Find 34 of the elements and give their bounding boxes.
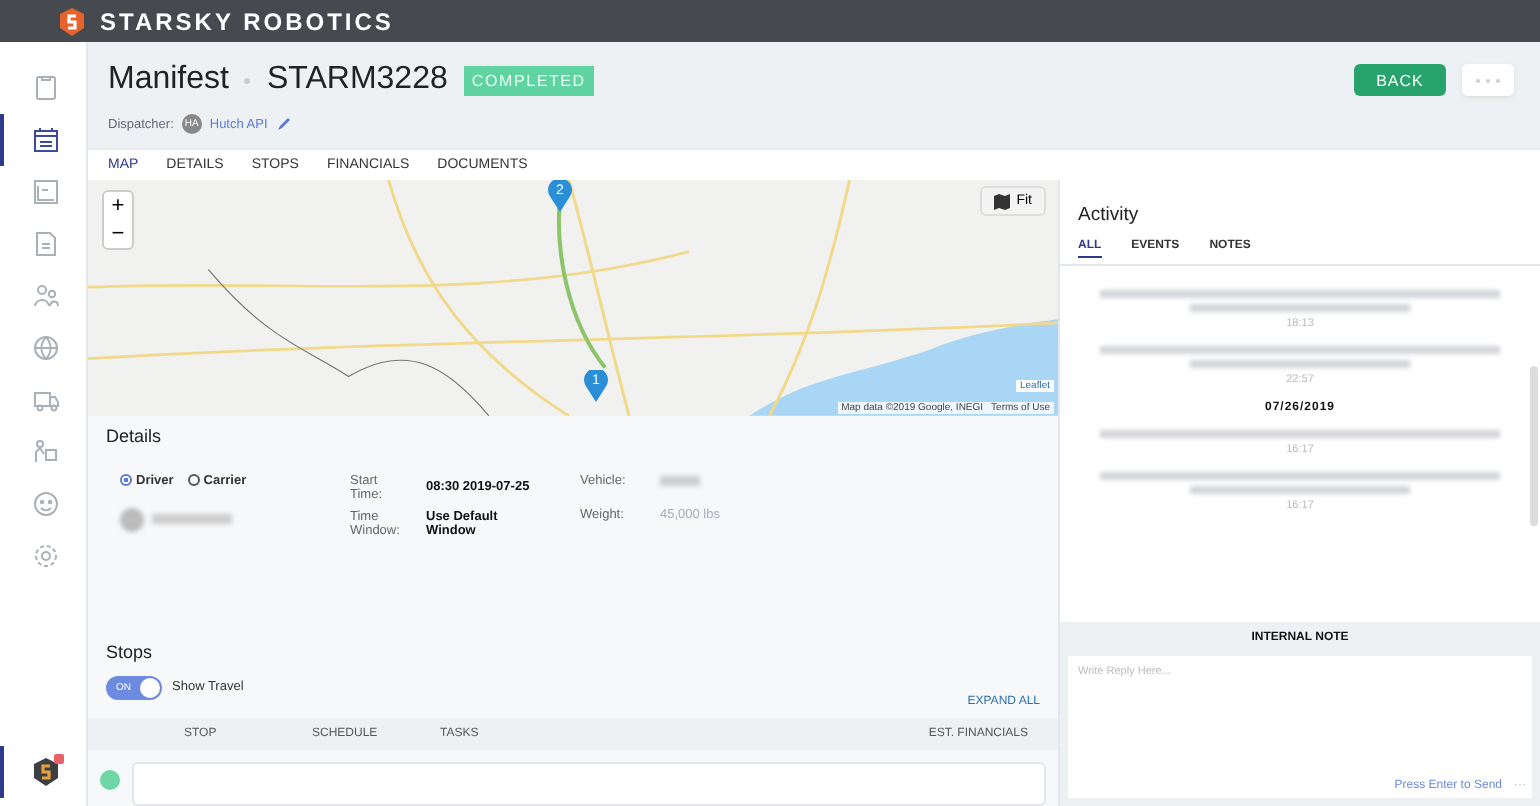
cart-icon: [31, 438, 59, 466]
clipboard-icon: [31, 74, 59, 102]
map-icon: [994, 193, 1011, 209]
logo-icon: [60, 7, 84, 35]
brand-name: STARSKY ROBOTICS: [100, 7, 394, 35]
stop-row[interactable]: [132, 762, 1046, 806]
redacted-value: [660, 475, 700, 486]
status-badge: COMPLETED: [463, 65, 594, 95]
radio-button[interactable]: [120, 474, 132, 487]
scrollbar[interactable]: [1530, 366, 1538, 526]
more-button[interactable]: [1462, 64, 1514, 96]
page-title: Manifest: [108, 62, 229, 98]
people-icon: [31, 282, 59, 310]
section-title: Stops: [106, 641, 155, 662]
manifest-id: STARM3228: [266, 62, 448, 98]
zoom-out-button[interactable]: −: [104, 220, 132, 248]
chart-icon: [31, 178, 59, 206]
avatar-placeholder: [120, 507, 144, 532]
panel-title: Activity: [1078, 204, 1141, 226]
more-icon: [1474, 77, 1502, 83]
radio-button[interactable]: [187, 474, 200, 487]
face-icon: [31, 490, 59, 518]
edit-icon[interactable]: [275, 116, 292, 132]
settings-icon: [31, 542, 59, 570]
globe-icon: [31, 334, 59, 362]
stop-status-dot: [100, 770, 120, 790]
separator-dot: [244, 77, 251, 83]
section-title: Details: [106, 425, 164, 446]
calendar-icon: [31, 126, 59, 154]
document-icon: [31, 230, 59, 258]
zoom-in-button[interactable]: +: [104, 192, 132, 220]
truck-icon: [31, 386, 59, 414]
logo-icon: [33, 758, 57, 786]
redacted-name: [152, 514, 232, 525]
